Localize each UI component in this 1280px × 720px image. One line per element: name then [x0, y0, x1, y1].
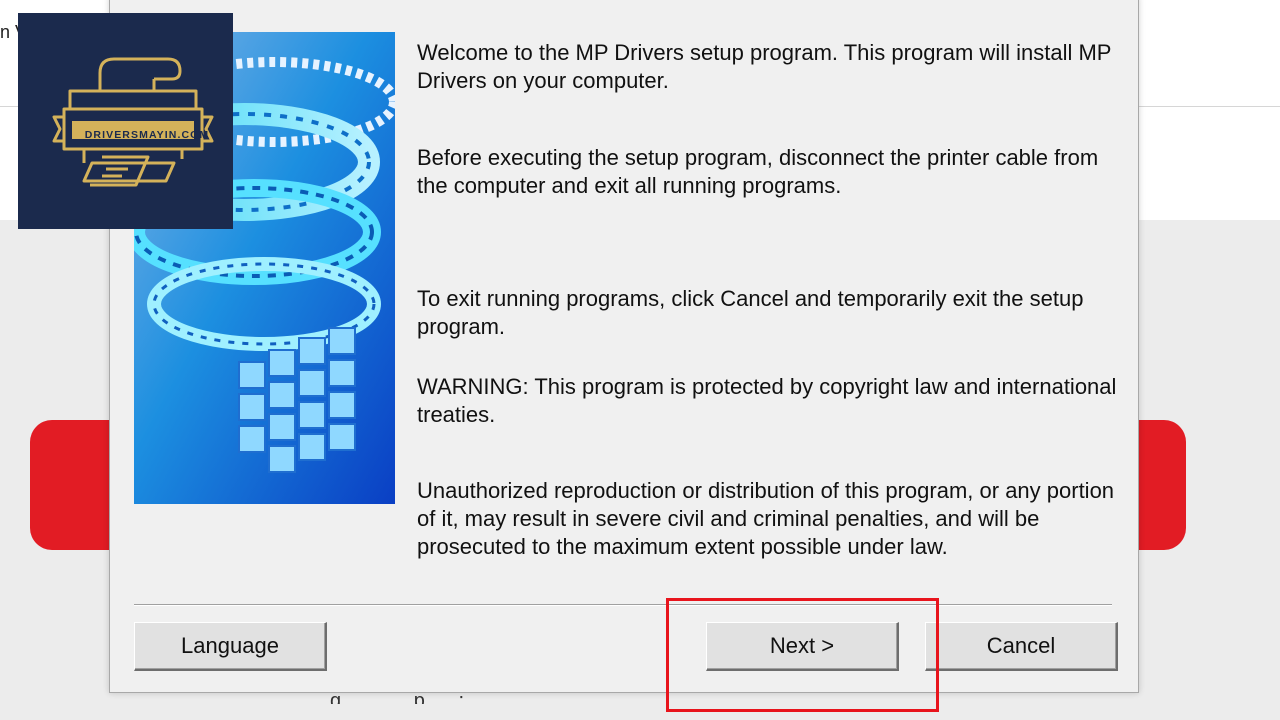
warning-paragraph: WARNING: This program is protected by co…	[417, 374, 1117, 427]
cancel-button[interactable]: Cancel	[925, 622, 1118, 671]
printer-logo-icon	[52, 57, 214, 187]
exit-programs-paragraph: To exit running programs, click Cancel a…	[417, 286, 1084, 339]
logo-text: DRIVERSMAYIN.COM	[84, 129, 210, 141]
language-button[interactable]: Language	[134, 622, 327, 671]
welcome-paragraph: Welcome to the MP Drivers setup program.…	[417, 40, 1112, 93]
unauthorized-paragraph: Unauthorized reproduction or distributio…	[417, 478, 1115, 559]
button-separator	[134, 604, 1112, 606]
setup-dialog: Welcome to the MP Drivers setup program.…	[109, 0, 1139, 693]
site-logo: DRIVERSMAYIN.COM	[18, 13, 233, 229]
disconnect-paragraph: Before executing the setup program, disc…	[417, 145, 1099, 198]
next-button[interactable]: Next >	[706, 622, 899, 671]
